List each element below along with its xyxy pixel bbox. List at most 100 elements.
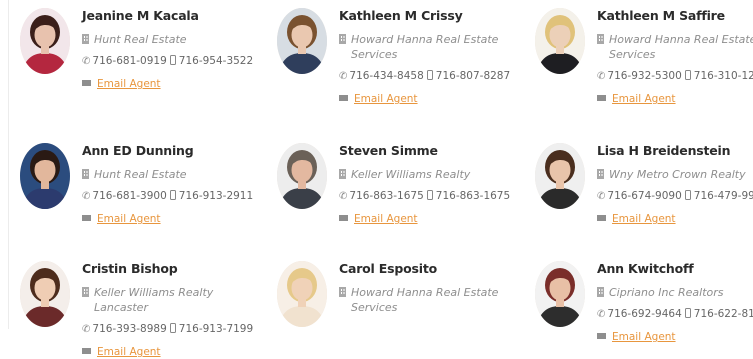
agent-office-name: Hunt Real Estate — [94, 33, 187, 46]
agent-photo[interactable] — [20, 143, 70, 209]
building-icon — [597, 34, 604, 44]
email-agent-link[interactable]: Email Agent — [612, 213, 676, 225]
agent-phones: ✆ 716-681-3900 716-913-2911 — [82, 189, 257, 204]
agent-photo[interactable] — [535, 261, 585, 327]
agent-photo[interactable] — [277, 8, 327, 74]
building-icon — [82, 287, 89, 297]
agent-office: Hunt Real Estate — [82, 32, 257, 47]
agent-phone-mobile[interactable]: 716-913-2911 — [179, 190, 253, 202]
agent-office-name: Wny Metro Crown Realty — [609, 168, 746, 181]
agent-name[interactable]: Ann ED Dunning — [82, 143, 257, 158]
agent-office: Keller Williams Realty Lancaster — [82, 285, 257, 315]
agent-phone-office[interactable]: 716-393-8989 — [92, 323, 166, 335]
email-agent-link[interactable]: Email Agent — [612, 331, 676, 343]
agent-phone-mobile[interactable]: 716-863-1675 — [436, 190, 510, 202]
envelope-icon — [82, 215, 91, 221]
email-agent-link[interactable]: Email Agent — [354, 93, 418, 105]
agent-office-name: Cipriano Inc Realtors — [609, 286, 724, 299]
building-icon — [82, 34, 89, 44]
agent-email: Email Agent — [339, 93, 514, 106]
envelope-icon — [597, 215, 606, 221]
agent-photo[interactable] — [277, 143, 327, 209]
agent-info: Kathleen M Saffire Howard Hanna Real Est… — [597, 8, 753, 106]
envelope-icon — [339, 95, 348, 101]
phone-icon: ✆ — [82, 324, 91, 335]
agent-phone-office[interactable]: 716-692-9464 — [607, 308, 681, 320]
agent-phones: ✆ 716-434-8458 716-807-8287 — [339, 69, 514, 84]
agent-info: Cristin Bishop Keller Williams Realty La… — [82, 261, 257, 359]
phone-icon: ✆ — [597, 309, 606, 320]
agent-phone-office[interactable]: 716-932-5300 — [607, 70, 681, 82]
avatar-portrait-icon — [20, 261, 70, 327]
agent-name[interactable]: Lisa H Breidenstein — [597, 143, 753, 158]
agent-phone-office[interactable]: 716-681-3900 — [92, 190, 166, 202]
avatar-portrait-icon — [535, 8, 585, 74]
email-agent-link[interactable]: Email Agent — [354, 213, 418, 225]
mobile-icon — [169, 55, 176, 65]
email-agent-link[interactable]: Email Agent — [97, 213, 161, 225]
agent-office-name: Hunt Real Estate — [94, 168, 187, 181]
building-icon — [597, 287, 604, 297]
avatar-portrait-icon — [535, 261, 585, 327]
email-agent-link[interactable]: Email Agent — [97, 346, 161, 358]
avatar-portrait-icon — [20, 143, 70, 209]
agent-info: Jeanine M Kacala Hunt Real Estate ✆ 716-6… — [82, 8, 257, 91]
agent-office: Howard Hanna Real Estate Services — [339, 285, 514, 315]
agent-office-name: Howard Hanna Real Estate Services — [609, 33, 753, 61]
agent-photo[interactable] — [20, 261, 70, 327]
agent-name[interactable]: Kathleen M Saffire — [597, 8, 753, 23]
agent-photo[interactable] — [535, 143, 585, 209]
mobile-icon — [169, 323, 176, 333]
agent-photo[interactable] — [535, 8, 585, 74]
agent-info: Lisa H Breidenstein Wny Metro Crown Real… — [597, 143, 753, 226]
agent-email: Email Agent — [597, 213, 753, 226]
agent-phone-office[interactable]: 716-434-8458 — [349, 70, 423, 82]
envelope-icon — [597, 333, 606, 339]
agent-phone-office[interactable]: 716-674-9090 — [607, 190, 681, 202]
mobile-icon — [169, 190, 176, 200]
agent-name[interactable]: Kathleen M Crissy — [339, 8, 514, 23]
mobile-icon — [684, 70, 691, 80]
email-agent-link[interactable]: Email Agent — [612, 93, 676, 105]
agent-phones: ✆716-692-9464 716-622-8139 — [597, 307, 753, 322]
agent-name[interactable]: Jeanine M Kacala — [82, 8, 257, 23]
agent-phone-mobile[interactable]: 716-807-8287 — [436, 70, 510, 82]
agent-phone-mobile[interactable]: 716-622-8139 — [694, 308, 753, 320]
email-agent-link[interactable]: Email Agent — [97, 78, 161, 90]
agent-email: Email Agent — [82, 346, 257, 359]
agent-phone-office[interactable]: 716-681-0919 — [92, 55, 166, 67]
avatar-portrait-icon — [535, 143, 585, 209]
agent-name[interactable]: Carol Esposito — [339, 261, 514, 276]
agent-phone-office[interactable]: 716-863-1675 — [349, 190, 423, 202]
agent-name[interactable]: Ann Kwitchoff — [597, 261, 753, 276]
agent-photo[interactable] — [20, 8, 70, 74]
mobile-icon — [426, 190, 433, 200]
agent-office: Howard Hanna Real Estate Services — [597, 32, 753, 62]
phone-icon: ✆ — [339, 191, 348, 202]
agent-email: Email Agent — [339, 213, 514, 226]
agent-office-name: Keller Williams Realty — [351, 168, 471, 181]
agent-phone-mobile[interactable]: 716-310-1220 — [694, 70, 753, 82]
agent-phone-mobile[interactable]: 716-913-7199 — [179, 323, 253, 335]
agent-phones: ✆ 716-863-1675 716-863-1675 — [339, 189, 514, 204]
agent-office-name: Howard Hanna Real Estate Services — [351, 286, 499, 314]
agent-info: Ann ED Dunning Hunt Real Estate ✆ 716-681… — [82, 143, 257, 226]
building-icon — [339, 287, 346, 297]
agent-email: Email Agent — [82, 78, 257, 91]
agent-name[interactable]: Steven Simme — [339, 143, 514, 158]
agent-photo[interactable] — [277, 261, 327, 327]
phone-icon: ✆ — [597, 71, 606, 82]
agent-phones: ✆716-932-5300 716-310-1220 — [597, 69, 753, 84]
agent-email: Email Agent — [597, 331, 753, 344]
avatar-portrait-icon — [20, 8, 70, 74]
phone-icon: ✆ — [597, 191, 606, 202]
agent-phones: ✆ 716-681-0919 716-954-3522 — [82, 54, 257, 69]
agent-name[interactable]: Cristin Bishop — [82, 261, 257, 276]
avatar-portrait-icon — [277, 143, 327, 209]
agent-phone-mobile[interactable]: 716-479-9987 — [694, 190, 753, 202]
avatar-portrait-icon — [277, 8, 327, 74]
agent-info: Kathleen M Crissy Howard Hanna Real Esta… — [339, 8, 514, 106]
agent-phone-mobile[interactable]: 716-954-3522 — [179, 55, 253, 67]
phone-icon: ✆ — [82, 56, 91, 67]
building-icon — [339, 34, 346, 44]
